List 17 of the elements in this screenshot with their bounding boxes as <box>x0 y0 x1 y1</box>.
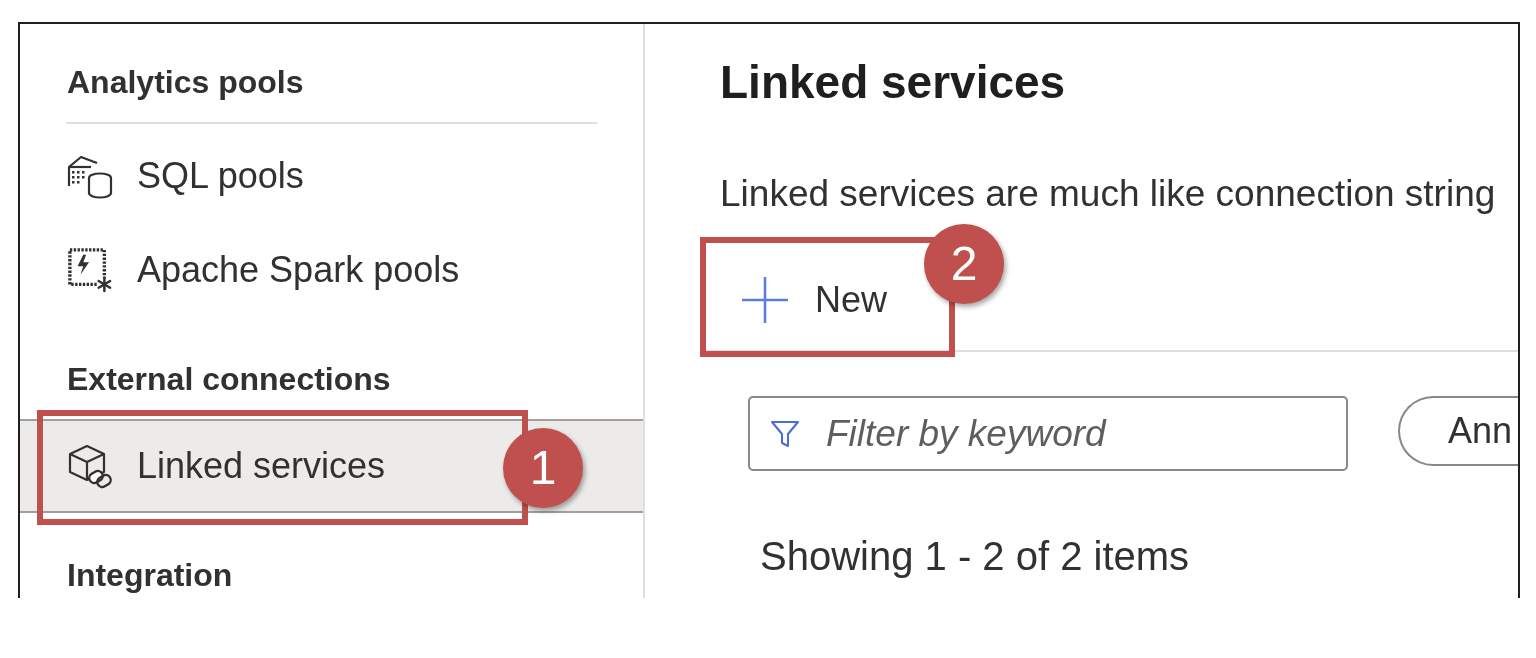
section-heading: External connections <box>66 360 392 399</box>
warehouse-database-icon <box>67 153 113 199</box>
chip-bolt-icon <box>67 247 113 293</box>
filter-field[interactable]: Filter by keyword <box>748 396 1348 471</box>
filter-input[interactable]: Filter by keyword <box>826 411 1126 456</box>
cube-link-icon <box>67 443 113 489</box>
sidebar-item[interactable]: Apache Spark pools <box>20 223 643 317</box>
filter-pill[interactable]: Ann <box>1397 396 1518 466</box>
section-heading: Integration <box>66 556 234 595</box>
plus-icon <box>740 275 790 325</box>
page-title: Linked services <box>720 55 1067 110</box>
page-description: Linked services are much like connection string <box>720 172 1497 216</box>
sidebar-item[interactable]: SQL pools <box>20 129 643 223</box>
step-badge: 2 <box>924 224 1004 304</box>
filter-icon <box>770 418 800 449</box>
item-count: Showing 1 - 2 of 2 items <box>760 533 1191 580</box>
section-heading: Analytics pools <box>66 63 305 102</box>
